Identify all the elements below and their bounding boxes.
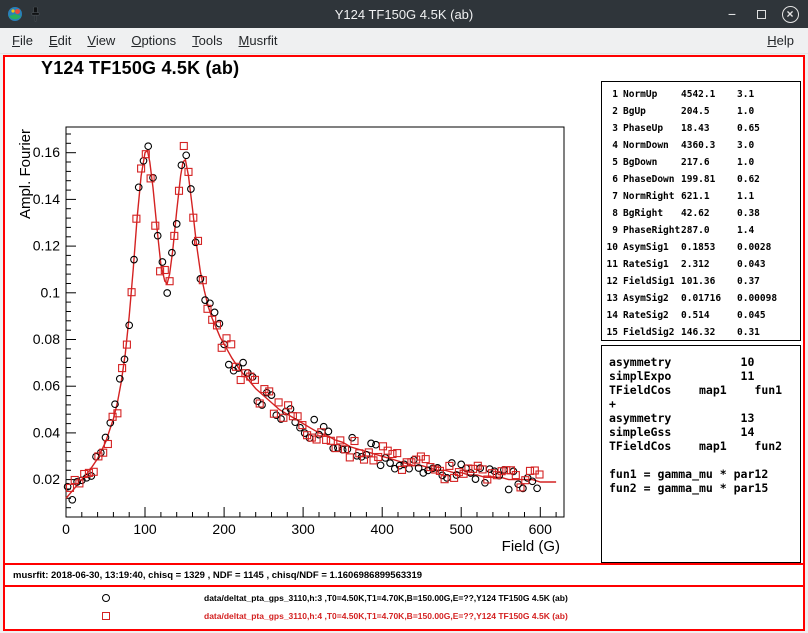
param-row: 10AsymSig10.18530.0028	[606, 239, 800, 256]
pin-icon[interactable]	[29, 6, 42, 22]
svg-text:0.04: 0.04	[33, 424, 60, 440]
theory-line: simpleGss 14	[609, 425, 800, 439]
param-row: 5BgDown217.61.0	[606, 154, 800, 171]
parameter-pave[interactable]: 1NormUp4542.13.12BgUp204.51.03PhaseUp18.…	[601, 81, 801, 341]
param-row: 4NormDown4360.33.0	[606, 137, 800, 154]
maximize-button[interactable]	[752, 5, 770, 23]
svg-text:200: 200	[212, 521, 236, 537]
param-row: 7NormRight621.11.1	[606, 188, 800, 205]
window-controls: − ×	[723, 0, 799, 28]
legend-label: data/deltat_pta_gps_3110,h:4 ,T0=4.50K,T…	[204, 611, 568, 621]
legend-label: data/deltat_pta_gps_3110,h:3 ,T0=4.50K,T…	[204, 593, 568, 603]
param-row: 3PhaseUp18.430.65	[606, 120, 800, 137]
svg-text:0.02: 0.02	[33, 471, 60, 487]
param-row: 11RateSig12.3120.043	[606, 256, 800, 273]
theory-line: simplExpo 11	[609, 369, 800, 383]
svg-text:0.08: 0.08	[33, 331, 60, 347]
close-button[interactable]: ×	[781, 5, 799, 23]
svg-text:500: 500	[450, 521, 474, 537]
theory-line: asymmetry 13	[609, 411, 800, 425]
param-row: 6PhaseDown199.810.62	[606, 171, 800, 188]
plot-title: Y124 TF150G 4.5K (ab)	[41, 58, 239, 79]
menu-help[interactable]: Help	[761, 29, 800, 52]
svg-text:0.16: 0.16	[33, 144, 60, 160]
menu-musrfit[interactable]: Musrfit	[231, 29, 286, 52]
theory-line: TFieldCos map1 fun1	[609, 383, 800, 397]
menubar: FileEditViewOptionsToolsMusrfit Help	[0, 28, 808, 54]
plot-pad[interactable]: 0 100 200 300 400 500 600 0.02 0.04 0.06 0.08 0.1 0.…	[5, 57, 803, 565]
svg-text:100: 100	[133, 521, 157, 537]
menu-view[interactable]: View	[79, 29, 123, 52]
theory-line: fun1 = gamma_mu * par12	[609, 467, 800, 481]
svg-text:400: 400	[371, 521, 395, 537]
svg-text:0.14: 0.14	[33, 191, 60, 207]
theory-line: fun2 = gamma_mu * par15	[609, 481, 800, 495]
theory-line	[609, 453, 800, 467]
minimize-button[interactable]: −	[723, 5, 741, 23]
titlebar[interactable]: Y124 TF150G 4.5K (ab) − ×	[0, 0, 808, 28]
legend-entry: data/deltat_pta_gps_3110,h:4 ,T0=4.50K,T…	[5, 607, 803, 625]
svg-text:0.1: 0.1	[41, 284, 61, 300]
menu-file[interactable]: File	[4, 29, 41, 52]
titlebar-icons	[0, 6, 42, 22]
app-icon	[7, 6, 23, 22]
x-axis-title: Field (G)	[502, 538, 560, 555]
svg-text:0.06: 0.06	[33, 378, 60, 394]
theory-line: +	[609, 397, 800, 411]
fit-info-pad[interactable]: musrfit: 2018-06-30, 13:19:40, chisq = 1…	[5, 565, 803, 587]
app-window: Y124 TF150G 4.5K (ab) − × FileEditViewOp…	[0, 0, 808, 633]
svg-text:600: 600	[529, 521, 553, 537]
theory-line: asymmetry 10	[609, 355, 800, 369]
menu-edit[interactable]: Edit	[41, 29, 79, 52]
svg-text:0.12: 0.12	[33, 238, 60, 254]
theory-pave[interactable]: asymmetry 10simplExpo 11TFieldCos map1 f…	[601, 345, 801, 563]
maximize-icon	[757, 10, 766, 19]
menubar-items: FileEditViewOptionsToolsMusrfit	[4, 29, 286, 52]
legend-marker-square	[102, 612, 110, 620]
param-row: 8BgRight42.620.38	[606, 205, 800, 222]
legend-entry: data/deltat_pta_gps_3110,h:3 ,T0=4.50K,T…	[5, 589, 803, 607]
param-row: 12FieldSig1101.360.37	[606, 273, 800, 290]
y-axis-title: Ampl. Fourier	[17, 129, 34, 219]
canvas-frame: 0 100 200 300 400 500 600 0.02 0.04 0.06 0.08 0.1 0.…	[0, 54, 808, 633]
param-row: 14RateSig20.5140.045	[606, 307, 800, 324]
fit-line	[66, 150, 556, 498]
menu-options[interactable]: Options	[123, 29, 184, 52]
close-icon: ×	[782, 6, 799, 23]
root-canvas[interactable]: 0 100 200 300 400 500 600 0.02 0.04 0.06 0.08 0.1 0.…	[3, 55, 805, 631]
param-row: 9PhaseRight287.01.4	[606, 222, 800, 239]
param-row: 1NormUp4542.13.1	[606, 86, 800, 103]
menu-tools[interactable]: Tools	[184, 29, 230, 52]
svg-text:300: 300	[291, 521, 315, 537]
fit-info-text: musrfit: 2018-06-30, 13:19:40, chisq = 1…	[13, 570, 422, 581]
theory-line: TFieldCos map1 fun2	[609, 439, 800, 453]
legend-marker-circle	[102, 594, 110, 602]
legend-pave[interactable]: data/deltat_pta_gps_3110,h:3 ,T0=4.50K,T…	[5, 587, 803, 629]
svg-text:0: 0	[62, 521, 70, 537]
param-row: 13AsymSig20.017160.00098	[606, 290, 800, 307]
window-title: Y124 TF150G 4.5K (ab)	[0, 7, 808, 22]
param-row: 2BgUp204.51.0	[606, 103, 800, 120]
param-row: 15FieldSig2146.320.31	[606, 324, 800, 341]
